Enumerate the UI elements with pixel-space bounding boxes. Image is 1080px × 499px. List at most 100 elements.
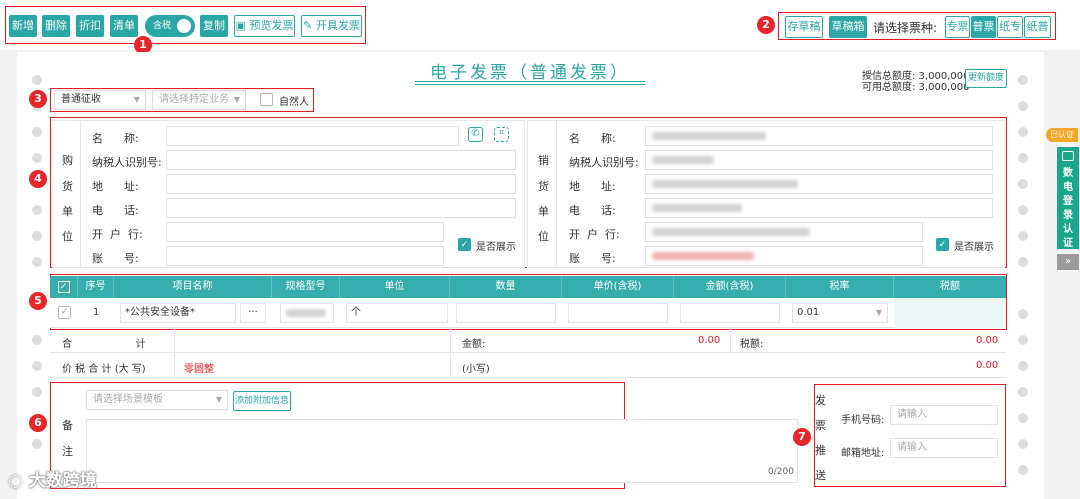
- seller-name-label: 名 称:: [569, 132, 616, 145]
- chevron-down-icon: ▼: [133, 95, 140, 104]
- title-underline: [415, 81, 645, 82]
- available-total: 可用总额度: 3,000,000: [862, 82, 970, 93]
- special-business-select[interactable]: 请选择特定业务 ▼: [152, 90, 246, 110]
- tab-char: 数: [1063, 168, 1073, 179]
- tax-rate-select[interactable]: 0.01 ▼: [792, 303, 888, 323]
- chevron-down-icon: ▼: [233, 95, 240, 104]
- ticket-type-paper-normal[interactable]: 纸普: [1024, 16, 1051, 38]
- preview-label: 预览发票: [249, 19, 294, 32]
- unit-input[interactable]: 个: [346, 303, 448, 323]
- chevron-down-icon: ▼: [215, 395, 222, 404]
- remarks-textarea[interactable]: [86, 419, 798, 483]
- seller-vertical-label: 单: [538, 205, 549, 218]
- buyer-address-input[interactable]: [166, 174, 516, 194]
- quantity-input[interactable]: [456, 303, 556, 323]
- annotation-badge-5: 5: [29, 292, 47, 310]
- seller-address-label: 地 址:: [569, 180, 616, 193]
- watermark: ◌ 大数跨境: [8, 466, 97, 491]
- row-checkbox[interactable]: ✓: [58, 306, 71, 319]
- binder-hole: [1018, 465, 1028, 475]
- buyer-vertical-label: 位: [62, 230, 73, 243]
- seller-account-label: 账 号:: [569, 252, 616, 265]
- digital-login-auth-tab[interactable]: 数 电 登 录 认 证: [1057, 147, 1079, 249]
- seller-vertical-label: 销: [538, 154, 549, 167]
- seller-vertical-label: 货: [538, 180, 549, 193]
- save-draft-button[interactable]: 存草稿: [785, 16, 823, 38]
- amount-input[interactable]: [680, 303, 780, 323]
- item-more-button[interactable]: ···: [240, 303, 266, 323]
- col-quantity: 数量: [450, 276, 562, 298]
- divider: [174, 354, 175, 378]
- add-extra-info-button[interactable]: 添加附加信息: [233, 391, 291, 411]
- col-tax-rate: 税率: [786, 276, 894, 298]
- buyer-bank-input[interactable]: [166, 222, 444, 242]
- binder-hole: [32, 127, 42, 137]
- watermark-logo-icon: ◌: [8, 471, 23, 491]
- seller-taxid-label: 纳税人识别号:: [569, 156, 639, 169]
- buyer-show-label: 是否展示: [476, 242, 516, 253]
- seller-show-checkbox[interactable]: ✓: [936, 238, 949, 251]
- col-tax-amount: 税额: [940, 281, 960, 292]
- buyer-address-label: 地 址:: [92, 180, 139, 193]
- copy-button[interactable]: 复制: [200, 15, 228, 37]
- item-name-input[interactable]: *公共安全设备*: [120, 303, 236, 323]
- binder-hole: [32, 205, 42, 215]
- tab-char: 电: [1063, 182, 1073, 193]
- natural-person-checkbox[interactable]: [260, 93, 273, 106]
- binder-hole: [1018, 205, 1028, 215]
- id-card-icon: [1062, 151, 1074, 161]
- remarks-label: 备: [62, 419, 73, 432]
- toggle-label: 含税: [153, 21, 172, 31]
- watermark-text: 大数跨境: [28, 471, 97, 491]
- delete-button[interactable]: 删除: [42, 15, 70, 37]
- issue-invoice-button[interactable]: ✎ 开具发票: [301, 15, 362, 37]
- buyer-show-checkbox[interactable]: ✓: [458, 238, 471, 251]
- update-quota-button[interactable]: 更新额度: [965, 69, 1007, 88]
- select-all-checkbox[interactable]: ✓: [57, 281, 70, 293]
- email-input[interactable]: 请输入: [890, 438, 998, 458]
- scan-icon[interactable]: ⌗: [494, 127, 509, 142]
- tax-amount-cell: [894, 298, 1006, 328]
- amount-value: 0.00: [698, 335, 721, 346]
- ticket-type-special[interactable]: 专票: [945, 16, 970, 38]
- buyer-taxid-input[interactable]: [166, 150, 516, 170]
- buyer-account-input[interactable]: [166, 246, 444, 266]
- grand-total-row: 价 税 合 计 (大 写) 零圆整 (小写) 0.00: [50, 354, 1006, 378]
- preview-invoice-button[interactable]: ▣ 预览发票: [234, 15, 295, 37]
- ticket-type-normal[interactable]: 普票: [971, 16, 996, 38]
- levy-type-select[interactable]: 普通征收 ▼: [54, 90, 146, 110]
- grand-total-upper: 零圆整: [184, 364, 214, 375]
- tab-char: 登: [1063, 196, 1073, 207]
- list-button[interactable]: 清单: [110, 15, 138, 37]
- tab-char: 证: [1063, 238, 1073, 249]
- expand-arrow-icon[interactable]: »: [1057, 254, 1079, 270]
- ticket-type-paper-special[interactable]: 纸专: [997, 16, 1023, 38]
- items-table-header: ✓ 序号 项目名称 规格型号 单位 数量 单价(含税) 金额(含税) 税率 税额: [50, 276, 1006, 298]
- binder-hole: [32, 361, 42, 371]
- row-index: 1: [93, 307, 100, 318]
- discount-button[interactable]: 折扣: [76, 15, 104, 37]
- unit-price-input[interactable]: [568, 303, 668, 323]
- lowercase-label: (小写): [462, 364, 490, 375]
- buyer-phone-input[interactable]: [166, 198, 516, 218]
- annotation-badge-7: 7: [793, 428, 811, 446]
- add-button[interactable]: 新增: [9, 15, 37, 37]
- redacted-text: [652, 180, 798, 188]
- binder-hole: [32, 75, 42, 85]
- col-unit: 单位: [340, 276, 450, 298]
- phone-input[interactable]: 请输入: [890, 405, 998, 425]
- col-amount: 金额(含税): [674, 276, 786, 298]
- unit-value: 个: [351, 307, 361, 318]
- col-unit-price: 单价(含税): [562, 276, 674, 298]
- tab-char: 录: [1063, 210, 1073, 221]
- levy-type-value: 普通征收: [61, 94, 101, 105]
- buyer-name-input[interactable]: [166, 126, 459, 146]
- col-item-name: 项目名称: [114, 276, 272, 298]
- binder-hole: [1018, 387, 1028, 397]
- contacts-icon[interactable]: ✆: [468, 127, 483, 142]
- tax-included-toggle[interactable]: 含税: [145, 15, 195, 37]
- scene-template-select[interactable]: 请选择场景模板 ▼: [86, 390, 228, 410]
- buyer-vertical-label: 购: [62, 154, 73, 167]
- redacted-text: [652, 204, 742, 212]
- draft-box-button[interactable]: 草稿箱: [829, 16, 867, 38]
